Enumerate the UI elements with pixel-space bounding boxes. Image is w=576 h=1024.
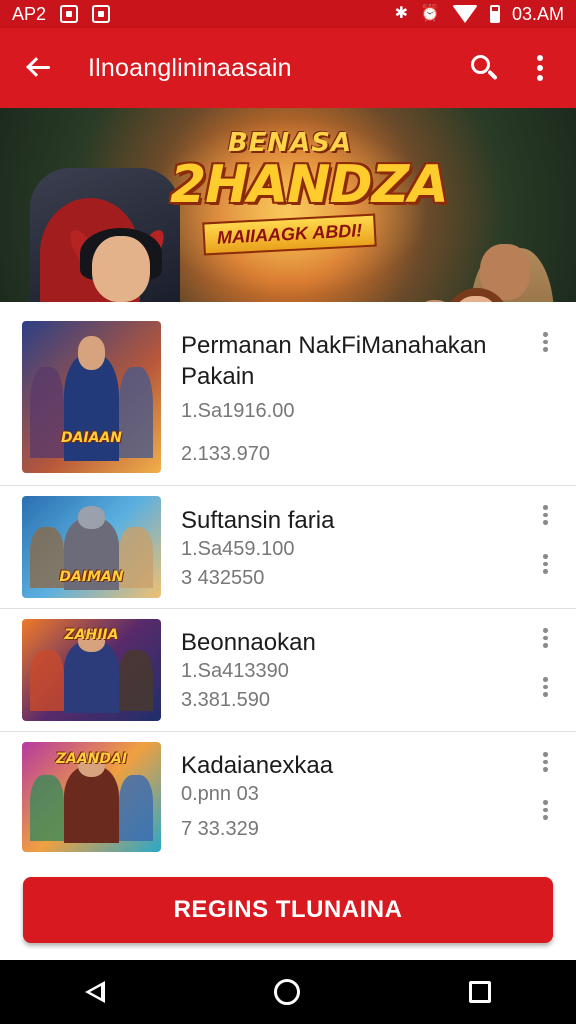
- promo-banner[interactable]: BENASA 2HANDZA MAIIAAGK ABDI!: [0, 108, 576, 302]
- app-bar: Ilnoanglininaasain: [0, 28, 576, 108]
- search-button[interactable]: [456, 40, 512, 96]
- banner-logo: BENASA 2HANDZA MAIIAAGK ABDI!: [170, 128, 449, 256]
- item-more-vert-icon[interactable]: [538, 752, 552, 773]
- system-nav-bar: [0, 960, 576, 1024]
- thumb-logo: ZAHIIA: [64, 627, 119, 644]
- thumb-logo: DAIAAN: [60, 430, 123, 447]
- item-more-vert-icon-secondary[interactable]: [538, 800, 552, 821]
- nav-home-icon[interactable]: [273, 979, 300, 1005]
- item-detail: 3 432550: [181, 567, 265, 589]
- wifi-icon: [451, 5, 478, 23]
- status-bar: AP2 ✱ ⏰ 03.AM: [0, 0, 576, 28]
- notification-image-icon: [92, 5, 111, 23]
- list-item[interactable]: DAIAAN Permanan NakFiManahakan Pakain 1.…: [0, 302, 576, 486]
- back-arrow-icon: [26, 56, 50, 80]
- item-title: Suftansin faria: [181, 507, 335, 534]
- thumb-logo: ZAANDAI: [55, 750, 128, 767]
- item-more-vert-icon[interactable]: [538, 332, 552, 353]
- more-vert-icon: [537, 55, 543, 81]
- list-item[interactable]: DAIMAN Suftansin faria 1.Sa459.100 3 432…: [0, 486, 576, 609]
- item-subtitle: 1.Sa1916.00: [181, 400, 295, 422]
- item-more-vert-icon[interactable]: [538, 505, 552, 526]
- item-title: Beonnaokan: [181, 629, 316, 656]
- banner-logo-top: BENASA: [227, 128, 353, 158]
- alarm-icon: ⏰: [420, 5, 440, 22]
- battery-icon: [489, 5, 500, 23]
- item-more-vert-icon-secondary[interactable]: [538, 554, 552, 575]
- item-more-vert-icon-secondary[interactable]: [538, 677, 552, 698]
- item-detail: 7 33.329: [181, 818, 259, 840]
- app-screen: AP2 ✱ ⏰ 03.AM Ilnoanglininaasain BENASA …: [0, 0, 576, 1024]
- nav-recents-icon[interactable]: [469, 981, 492, 1003]
- item-subtitle: 1.Sa459.100: [181, 538, 295, 560]
- game-thumbnail: DAIMAN: [22, 496, 161, 598]
- notification-square-icon: [60, 5, 79, 23]
- back-button[interactable]: [10, 40, 66, 96]
- game-thumbnail: ZAANDAI: [22, 742, 161, 852]
- nav-back-icon[interactable]: [84, 981, 105, 1003]
- primary-action-button[interactable]: REGINS TLUNAINA: [23, 877, 553, 943]
- carrier-label: AP2: [12, 3, 47, 24]
- status-time: 03.AM: [511, 3, 564, 24]
- overflow-menu-button[interactable]: [512, 40, 568, 96]
- item-subtitle: 1.Sa413390: [181, 660, 289, 682]
- item-detail: 2.133.970: [181, 443, 270, 465]
- list-item[interactable]: ZAANDAI Kadaianexkaa 0.pnn 03 7 33.329: [0, 732, 576, 862]
- game-thumbnail: DAIAAN: [22, 321, 161, 473]
- page-title: Ilnoanglininaasain: [88, 53, 292, 82]
- bluetooth-icon: ✱: [394, 5, 409, 22]
- banner-logo-tag: MAIIAAGK ABDI!: [202, 213, 378, 256]
- list-item[interactable]: ZAHIIA Beonnaokan 1.Sa413390 3.381.590: [0, 609, 576, 732]
- item-subtitle: 0.pnn 03: [181, 783, 259, 805]
- item-detail: 3.381.590: [181, 689, 270, 711]
- item-title: Kadaianexkaa: [181, 752, 334, 779]
- game-thumbnail: ZAHIIA: [22, 619, 161, 721]
- thumb-logo: DAIMAN: [59, 569, 124, 586]
- item-more-vert-icon[interactable]: [538, 628, 552, 649]
- game-list: DAIAAN Permanan NakFiManahakan Pakain 1.…: [0, 302, 576, 862]
- banner-logo-main: 2HANDZA: [170, 155, 449, 215]
- item-title: Permanan NakFiManahakan Pakain: [181, 332, 487, 390]
- search-icon: [471, 55, 498, 81]
